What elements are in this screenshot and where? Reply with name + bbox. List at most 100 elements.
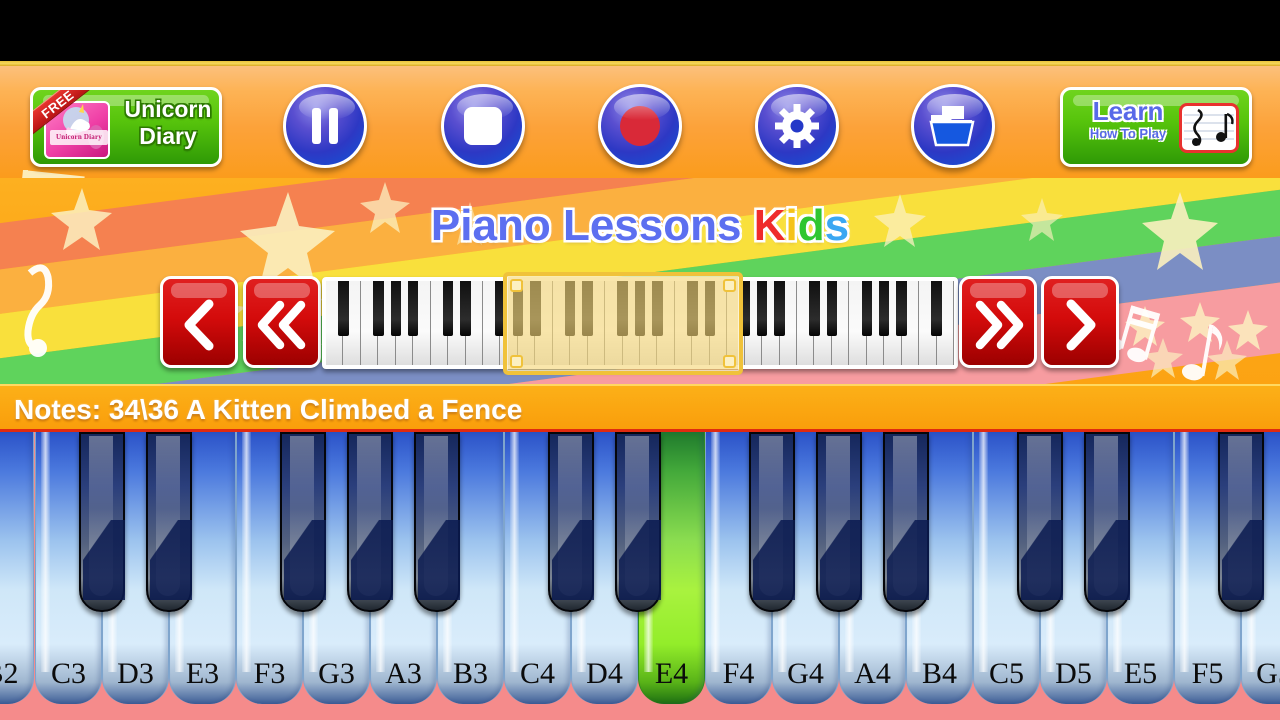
pause-button[interactable] — [283, 84, 367, 168]
notes-status-text: Notes: 34\36 A Kitten Climbed a Fence — [14, 394, 523, 425]
piano-black-key[interactable] — [615, 432, 661, 612]
title-part-d: d — [797, 201, 825, 250]
overview-black-key — [373, 281, 384, 336]
piano-white-key-b2[interactable]: B2 — [0, 432, 34, 704]
chevron-left-icon — [163, 279, 235, 365]
piano-key-label: E3 — [185, 657, 220, 690]
keyboard-range-selector[interactable] — [503, 272, 743, 375]
overview-black-key — [390, 281, 401, 336]
learn-label: Learn — [1092, 96, 1164, 126]
learn-how-to-play-button[interactable]: Learn How To Play — [1060, 87, 1252, 167]
overview-black-key — [826, 281, 838, 336]
title-part-piano-lessons: Piano Lessons — [430, 201, 754, 250]
piano-black-key[interactable] — [816, 432, 862, 612]
gear-icon — [758, 87, 836, 165]
piano-black-key[interactable] — [347, 432, 393, 612]
key-shadow — [1088, 520, 1130, 600]
record-button[interactable] — [598, 84, 682, 168]
overview-black-key — [407, 281, 419, 336]
open-file-button[interactable] — [911, 84, 995, 168]
scroll-right-button[interactable] — [959, 276, 1037, 368]
unicorn-diary-promo-button[interactable]: Unicorn Diary Unicorn Diary FREE — [30, 87, 222, 167]
stop-button[interactable] — [441, 84, 525, 168]
key-shadow — [1021, 520, 1063, 600]
piano-key-label: C3 — [50, 657, 86, 690]
page-title: Piano Lessons Kids — [0, 200, 1280, 252]
overview-black-key — [861, 281, 872, 336]
title-part-s: s — [824, 201, 850, 250]
key-shadow — [552, 520, 594, 600]
piano-black-key[interactable] — [749, 432, 795, 612]
key-shadow — [619, 520, 661, 600]
top-letterbox — [0, 0, 1280, 61]
stop-icon — [444, 87, 522, 165]
previous-button[interactable] — [160, 276, 238, 368]
key-shadow — [351, 520, 393, 600]
next-button[interactable] — [1041, 276, 1119, 368]
piano-key-label: E4 — [654, 657, 689, 690]
key-shine — [1180, 432, 1189, 672]
chevron-right-icon — [1044, 279, 1116, 365]
piano-key-label: F4 — [722, 657, 755, 690]
piano-key-label: G4 — [787, 657, 824, 690]
piano-key-label: D4 — [586, 657, 623, 690]
double-chevron-left-icon — [246, 279, 318, 365]
piano-key-label: F3 — [253, 657, 286, 690]
selector-handle-bottom-right[interactable] — [723, 355, 736, 368]
piano-lessons-kids-app: Unicorn Diary Unicorn Diary FREE Learn H… — [0, 0, 1280, 720]
key-shine — [41, 432, 50, 672]
piano-key-label: D3 — [117, 657, 154, 690]
piano-black-key[interactable] — [1218, 432, 1264, 612]
piano-black-key[interactable] — [146, 432, 192, 612]
piano-black-key[interactable] — [548, 432, 594, 612]
piano-black-key[interactable] — [1084, 432, 1130, 612]
piano-black-key[interactable] — [414, 432, 460, 612]
piano-key-label: G5 — [1256, 657, 1280, 690]
overview-black-key — [809, 281, 820, 336]
title-part-i: i — [785, 201, 798, 250]
record-icon — [601, 87, 679, 165]
selector-handle-top-left[interactable] — [510, 279, 523, 292]
overview-black-key — [931, 281, 942, 336]
key-shine — [510, 432, 519, 672]
piano-black-key[interactable] — [1017, 432, 1063, 612]
key-shine — [242, 432, 251, 672]
overview-black-key — [878, 281, 890, 336]
overview-black-key — [338, 281, 349, 336]
unicorn-diary-line1: Unicorn — [124, 96, 212, 122]
unicorn-diary-thumbnail-caption: Unicorn Diary — [50, 130, 108, 145]
piano-key-label: B4 — [921, 657, 957, 690]
overview-black-key — [756, 281, 768, 336]
piano-key-label: A3 — [385, 657, 422, 690]
key-shadow — [284, 520, 326, 600]
key-shine — [711, 432, 720, 672]
scroll-left-button[interactable] — [243, 276, 321, 368]
overview-black-key — [774, 281, 785, 336]
piano-black-key[interactable] — [280, 432, 326, 612]
piano-key-label: C5 — [988, 657, 1024, 690]
key-shadow — [887, 520, 929, 600]
settings-button[interactable] — [755, 84, 839, 168]
overview-black-key — [460, 281, 471, 336]
piano-key-label: C4 — [519, 657, 555, 690]
key-shadow — [150, 520, 192, 600]
key-shadow — [753, 520, 795, 600]
folder-open-icon — [914, 87, 992, 165]
how-to-play-label: How To Play — [1089, 126, 1167, 141]
piano-key-label: A4 — [854, 657, 891, 690]
status-bar: Notes: 34\36 A Kitten Climbed a Fence — [0, 384, 1280, 432]
key-shadow — [820, 520, 862, 600]
selector-handle-bottom-left[interactable] — [510, 355, 523, 368]
piano-black-key[interactable] — [883, 432, 929, 612]
piano-key-label: B2 — [0, 657, 19, 690]
piano-key-label: G3 — [318, 657, 355, 690]
selector-handle-top-right[interactable] — [723, 279, 736, 292]
piano-black-key[interactable] — [79, 432, 125, 612]
piano-key-label: B3 — [452, 657, 488, 690]
key-shadow — [83, 520, 125, 600]
piano-keyboard[interactable]: B2 C3 D3 E3 F3 G3 A3 B3 C4 D4 E4 F4 G4 A4 B4 C5 D5 E5 F5 G5 — [0, 432, 1280, 720]
unicorn-diary-line2: Diary — [139, 123, 197, 149]
overview-black-key — [896, 281, 907, 336]
title-part-k: K — [753, 201, 786, 250]
piano-key-label: F5 — [1191, 657, 1224, 690]
